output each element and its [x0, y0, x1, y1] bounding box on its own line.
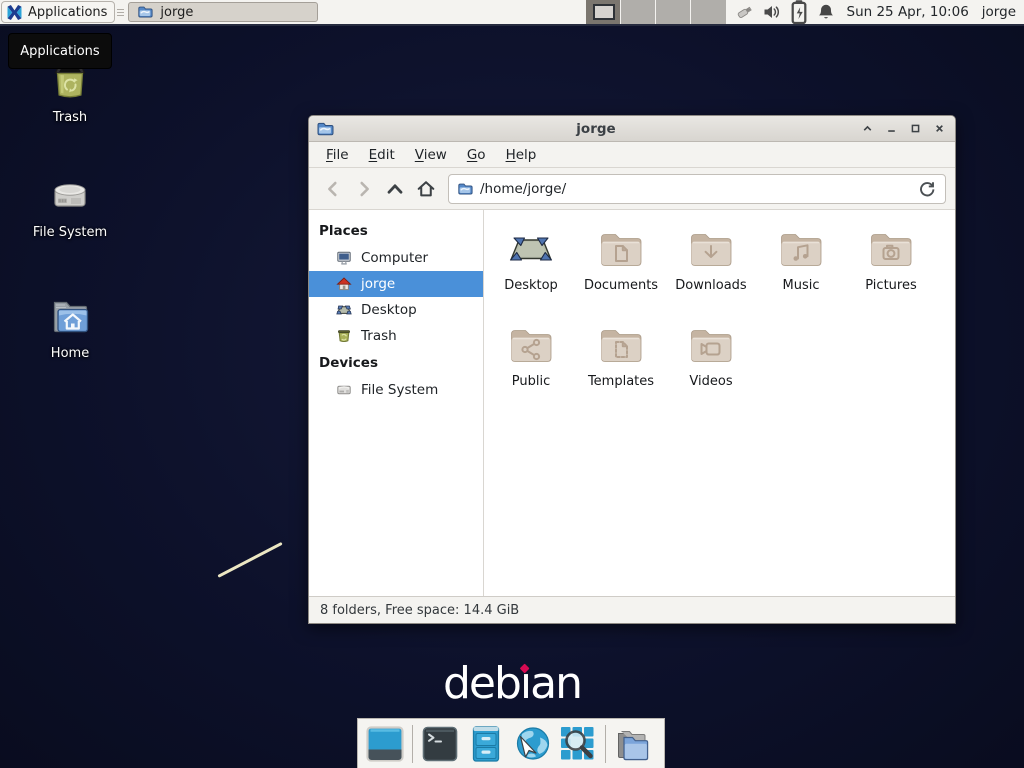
dock-separator [605, 725, 606, 763]
dock [357, 718, 665, 768]
tooltip-text: Applications [20, 44, 99, 59]
sidebar: PlacesComputerjorgeDesktopTrashDevicesFi… [309, 210, 484, 596]
volume-icon[interactable] [763, 3, 781, 21]
notifications-icon[interactable] [817, 3, 835, 21]
file-templates[interactable]: Templates [576, 321, 666, 417]
taskbar-window-button[interactable]: jorge [128, 2, 318, 22]
file-documents[interactable]: Documents [576, 225, 666, 321]
menu-edit[interactable]: Edit [359, 144, 405, 166]
up-button[interactable] [380, 175, 410, 203]
menubar: FileEditViewGoHelp [309, 142, 955, 168]
menu-view[interactable]: View [405, 144, 457, 166]
workspace-3[interactable] [656, 0, 691, 24]
maximize-button[interactable] [906, 120, 924, 138]
file-desktop[interactable]: Desktop [486, 225, 576, 321]
video-icon [687, 321, 735, 369]
hard-drive-icon [46, 172, 94, 220]
menu-help[interactable]: Help [496, 144, 547, 166]
sidebar-item-desktop[interactable]: Desktop [309, 297, 483, 323]
removable-device-icon[interactable] [736, 3, 754, 21]
taskbar-window-label: jorge [160, 5, 193, 20]
applications-tooltip: Applications [8, 33, 112, 69]
home-button[interactable] [411, 175, 441, 203]
dock-show-desktop-button[interactable] [363, 722, 407, 766]
template-icon [597, 321, 645, 369]
home-red-icon [336, 276, 352, 292]
window-titlebar[interactable]: jorge [309, 116, 955, 142]
close-button[interactable] [930, 120, 948, 138]
drive-mini-icon [336, 382, 352, 398]
sidebar-item-computer[interactable]: Computer [309, 245, 483, 271]
dock-application-finder-button[interactable] [556, 722, 600, 766]
trash-mini-icon [336, 328, 352, 344]
music-icon [777, 225, 825, 273]
file-videos[interactable]: Videos [666, 321, 756, 417]
dock-separator [412, 725, 413, 763]
desktop-icon-file-system[interactable]: File System [32, 172, 108, 240]
file-downloads[interactable]: Downloads [666, 225, 756, 321]
sidebar-header-places: Places [309, 217, 483, 245]
statusbar-text: 8 folders, Free space: 14.4 GiB [320, 603, 519, 618]
xfce-menu-icon [6, 4, 23, 21]
shade-button[interactable] [858, 120, 876, 138]
folder-icon [137, 4, 153, 20]
sidebar-item-file-system[interactable]: File System [309, 377, 483, 403]
location-folder-icon [457, 181, 473, 197]
file-view[interactable]: DesktopDocumentsDownloadsMusicPictures Pu… [484, 210, 955, 596]
camera-icon [867, 225, 915, 273]
menu-go[interactable]: Go [457, 144, 496, 166]
back-button[interactable] [318, 175, 348, 203]
sidebar-item-jorge[interactable]: jorge [309, 271, 483, 297]
reload-icon[interactable] [917, 179, 937, 199]
dock-web-browser-button[interactable] [510, 722, 554, 766]
statusbar: 8 folders, Free space: 14.4 GiB [309, 596, 955, 623]
toolbar: /home/jorge/ [309, 168, 955, 210]
file-grid: DesktopDocumentsDownloadsMusicPictures Pu… [484, 210, 955, 417]
desktop-icon-home[interactable]: Home [32, 293, 108, 361]
desktop-mini-icon [336, 302, 352, 318]
desktop-pad-icon [507, 225, 555, 273]
minimize-button[interactable] [882, 120, 900, 138]
file-public[interactable]: Public [486, 321, 576, 417]
file-pictures[interactable]: Pictures [846, 225, 936, 321]
forward-button[interactable] [349, 175, 379, 203]
window-folder-icon [316, 120, 334, 138]
battery-icon[interactable] [790, 3, 808, 21]
location-path[interactable]: /home/jorge/ [480, 181, 910, 197]
dock-directory-menu-button[interactable] [611, 722, 655, 766]
share-icon [507, 321, 555, 369]
applications-menu-button[interactable]: Applications [1, 1, 115, 23]
applications-menu-label: Applications [28, 5, 107, 20]
file-manager-window: jorge FileEditViewGoHelp /home/jorge/ Pl… [308, 115, 956, 624]
window-title: jorge [340, 121, 852, 137]
dock-terminal-button[interactable] [418, 722, 462, 766]
document-icon [597, 225, 645, 273]
top-panel: Applications jorge Sun 25 Apr, 10:06 jor… [0, 0, 1024, 26]
file-music[interactable]: Music [756, 225, 846, 321]
workspace-window-preview [593, 4, 615, 20]
dock-file-manager-button[interactable] [464, 722, 508, 766]
sidebar-header-devices: Devices [309, 349, 483, 377]
menu-file[interactable]: File [316, 144, 359, 166]
workspace-1[interactable] [586, 0, 621, 24]
workspace-4[interactable] [691, 0, 726, 24]
download-icon [687, 225, 735, 273]
computer-icon [336, 250, 352, 266]
panel-username[interactable]: jorge [982, 4, 1016, 20]
location-bar[interactable]: /home/jorge/ [448, 174, 946, 204]
home-folder-icon [46, 293, 94, 341]
system-tray [736, 3, 835, 21]
sidebar-item-trash[interactable]: Trash [309, 323, 483, 349]
panel-handle[interactable] [117, 4, 124, 20]
workspace-switcher[interactable] [586, 0, 726, 24]
panel-clock[interactable]: Sun 25 Apr, 10:06 [847, 4, 969, 20]
workspace-2[interactable] [621, 0, 656, 24]
